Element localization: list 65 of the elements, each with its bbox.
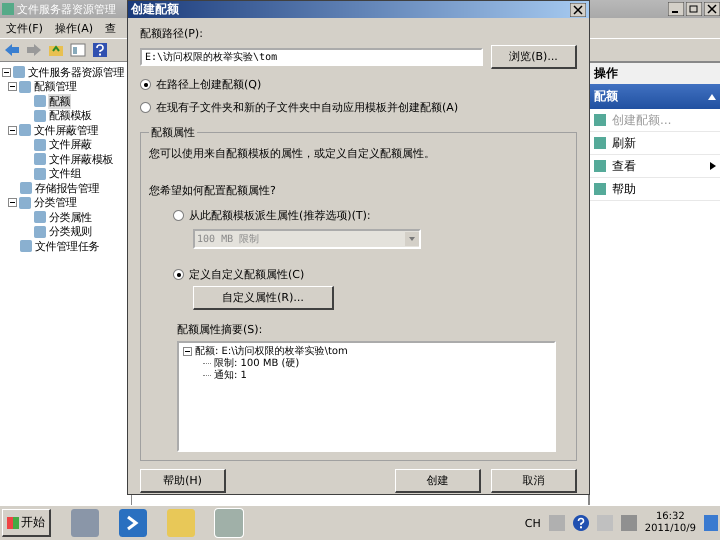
action-link[interactable]: 查看: [612, 158, 636, 174]
summary-item: 限制: 100 MB (硬): [214, 356, 300, 370]
window-title: 文件服务器资源管理: [17, 2, 116, 16]
description-text: 您可以使用来自配额模板的属性，或定义自定义配额属性。: [149, 146, 436, 161]
summary-label: 配额属性摘要(S):: [177, 322, 264, 337]
section-header[interactable]: 配额: [594, 88, 618, 105]
tree-item[interactable]: 文件屏蔽模板: [48, 152, 114, 167]
language-indicator[interactable]: CH: [524, 516, 541, 530]
radio-button[interactable]: [173, 269, 184, 280]
back-arrow-icon[interactable]: [4, 42, 20, 58]
tree-item[interactable]: 分类规则: [48, 224, 93, 240]
summary-item: 通知: 1: [214, 368, 247, 382]
clock-date[interactable]: 2011/10/9: [644, 523, 696, 535]
restore-button[interactable]: [686, 2, 702, 16]
menu-item[interactable]: 文件(F): [6, 20, 43, 36]
collapse-icon[interactable]: [8, 198, 17, 208]
minimize-button[interactable]: [668, 2, 684, 16]
tree-item[interactable]: 分类管理: [33, 195, 78, 210]
radio-label[interactable]: 定义自定义配额属性(C): [189, 267, 304, 282]
close-button[interactable]: [570, 2, 586, 16]
radio-label[interactable]: 在现有子文件夹和新的子文件夹中自动应用模板并创建配额(A): [156, 100, 458, 115]
tree-item[interactable]: 配额管理: [33, 79, 78, 94]
custom-properties-button[interactable]: 自定义属性(R)...: [193, 286, 334, 310]
powershell-icon[interactable]: [119, 509, 147, 537]
close-button[interactable]: [704, 2, 720, 16]
tree-item[interactable]: 文件服务器资源管理: [27, 64, 126, 80]
clock-time[interactable]: 16:32: [656, 511, 685, 523]
help-icon[interactable]: [572, 515, 589, 531]
path-field[interactable]: E:\访问权限的枚举实验\tom: [140, 48, 483, 66]
help-icon[interactable]: [92, 42, 108, 58]
radio-button[interactable]: [140, 79, 151, 90]
action-link[interactable]: 刷新: [612, 134, 636, 152]
summary-item: 配额: E:\访问权限的枚举实验\tom: [195, 344, 348, 358]
tree-item[interactable]: 分类属性: [48, 210, 93, 225]
panel-icon[interactable]: [70, 42, 86, 58]
tree-item[interactable]: 存储报告管理: [34, 180, 100, 196]
dialog-title: 创建配额: [131, 1, 179, 18]
start-button[interactable]: 开始: [2, 509, 51, 537]
tree-item[interactable]: 文件屏蔽管理: [33, 122, 100, 138]
windows-logo-icon: [7, 516, 19, 528]
actions-header: 操作: [590, 62, 720, 84]
tree-item[interactable]: 文件屏蔽: [48, 137, 93, 152]
group-title: 配额属性: [150, 125, 196, 140]
collapse-icon[interactable]: [2, 68, 11, 77]
tree-item[interactable]: 文件组: [48, 166, 82, 182]
radio-label[interactable]: 在路径上创建配额(Q): [156, 77, 262, 92]
dialog-button[interactable]: 创建: [395, 469, 481, 493]
question-text: 您希望如何配置配额属性?: [149, 183, 277, 198]
radio-button[interactable]: [140, 102, 151, 113]
browse-button[interactable]: 浏览(B)...: [491, 45, 577, 69]
dialog-button[interactable]: 帮助(H): [140, 469, 226, 493]
collapse-icon[interactable]: [8, 126, 17, 135]
menu-item[interactable]: 查: [105, 20, 116, 36]
tree-item[interactable]: 配额模板: [48, 108, 93, 124]
tree-item[interactable]: 配额: [48, 94, 72, 109]
radio-button[interactable]: [173, 210, 184, 221]
collapse-icon[interactable]: [8, 82, 17, 92]
action-link[interactable]: 帮助: [612, 180, 636, 198]
menu-item[interactable]: 操作(A): [54, 20, 94, 36]
collapse-arrow-icon[interactable]: [708, 94, 716, 100]
dialog-button[interactable]: 取消: [491, 469, 577, 493]
collapse-icon[interactable]: [183, 346, 192, 356]
field-label: 配额路径(P):: [140, 26, 204, 41]
tree-item[interactable]: 文件管理任务: [34, 238, 100, 254]
radio-label[interactable]: 从此配额模板派生属性(推荐选项)(T):: [189, 208, 371, 223]
